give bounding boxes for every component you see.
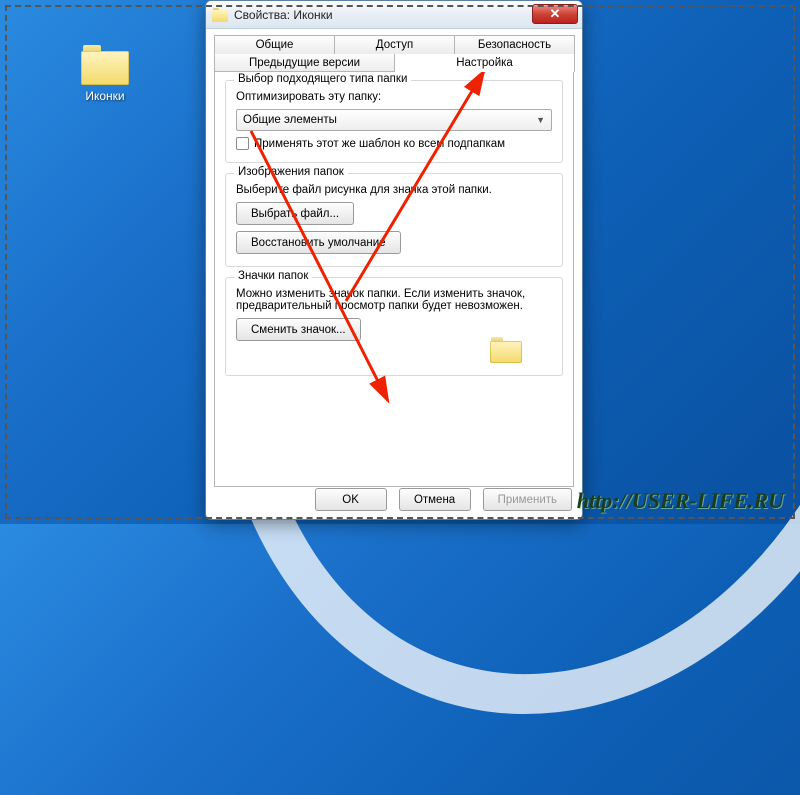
- cancel-button[interactable]: Отмена: [399, 488, 471, 511]
- desktop-icon-label: Иконки: [70, 89, 140, 103]
- group-folder-type: Выбор подходящего типа папки Оптимизиров…: [225, 80, 563, 163]
- close-button[interactable]: ✕: [532, 4, 578, 24]
- folder-icon: [212, 8, 228, 22]
- folder-icon: [81, 45, 129, 85]
- watermark: http://user-life.ru: [577, 488, 784, 514]
- properties-dialog: Свойства: Иконки ✕ Общие Доступ Безопасн…: [205, 0, 583, 520]
- tab-general[interactable]: Общие: [214, 35, 335, 54]
- tab-customize[interactable]: Настройка: [394, 54, 575, 72]
- apply-button[interactable]: Применить: [483, 488, 572, 511]
- tab-sharing[interactable]: Доступ: [334, 35, 455, 54]
- apply-subfolders-label: Применять этот же шаблон ко всем подпапк…: [254, 138, 505, 150]
- group-legend: Изображения папок: [234, 166, 348, 178]
- restore-default-button[interactable]: Восстановить умолчание: [236, 231, 401, 254]
- tab-previous-versions[interactable]: Предыдущие версии: [214, 54, 395, 72]
- folder-icon-preview: [490, 337, 522, 363]
- tab-content-customize: Выбор подходящего типа папки Оптимизиров…: [214, 71, 574, 487]
- folder-icon-text: Можно изменить значок папки. Если измени…: [236, 288, 552, 312]
- desktop-folder-icon[interactable]: Иконки: [70, 45, 140, 103]
- group-legend: Значки папок: [234, 270, 312, 282]
- apply-subfolders-checkbox[interactable]: [236, 137, 249, 150]
- select-value: Общие элементы: [243, 114, 337, 126]
- optimize-select[interactable]: Общие элементы ▼: [236, 109, 552, 131]
- dialog-title: Свойства: Иконки: [234, 8, 333, 22]
- chevron-down-icon: ▼: [536, 115, 545, 125]
- titlebar[interactable]: Свойства: Иконки ✕: [206, 1, 582, 29]
- change-icon-button[interactable]: Сменить значок...: [236, 318, 361, 341]
- choose-file-button[interactable]: Выбрать файл...: [236, 202, 354, 225]
- group-folder-pictures: Изображения папок Выберите файл рисунка …: [225, 173, 563, 267]
- ok-button[interactable]: OK: [315, 488, 387, 511]
- group-legend: Выбор подходящего типа папки: [234, 73, 411, 85]
- optimize-label: Оптимизировать эту папку:: [236, 91, 552, 103]
- folder-picture-text: Выберите файл рисунка для значка этой па…: [236, 184, 552, 196]
- tab-security[interactable]: Безопасность: [454, 35, 575, 54]
- group-folder-icons: Значки папок Можно изменить значок папки…: [225, 277, 563, 376]
